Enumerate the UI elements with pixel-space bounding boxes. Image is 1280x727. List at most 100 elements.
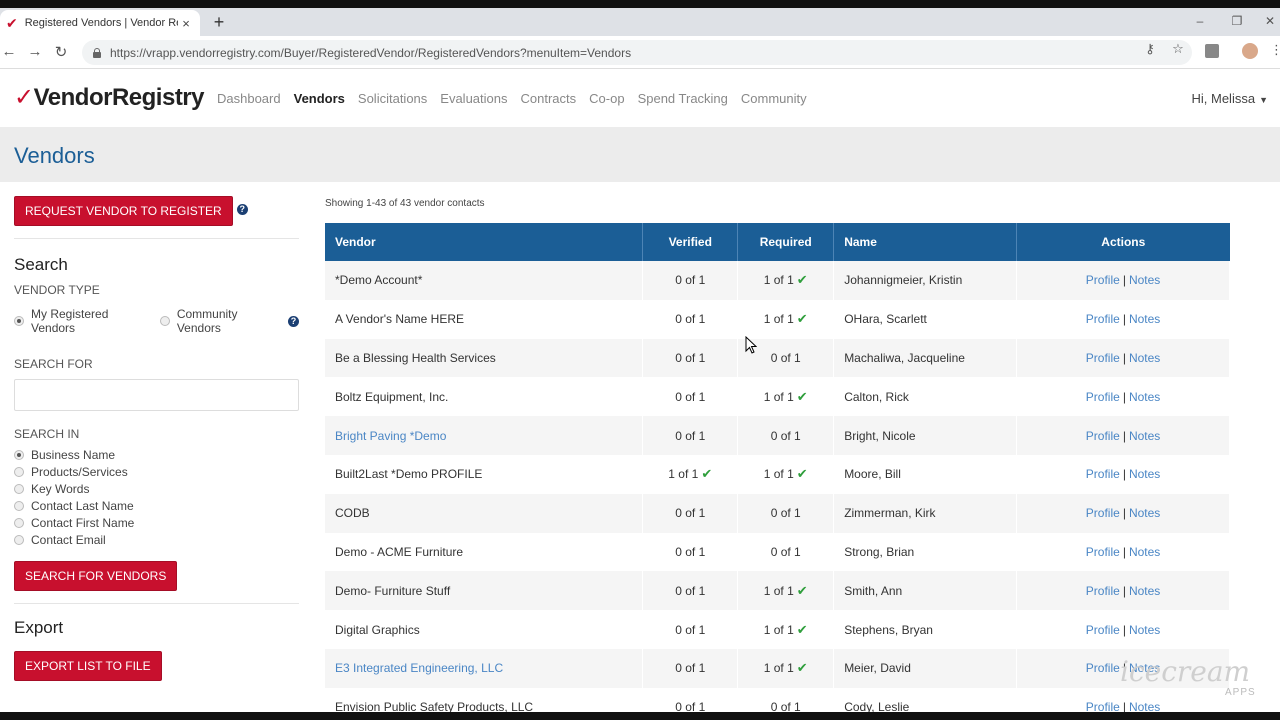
- extension-icon[interactable]: [1205, 44, 1219, 58]
- nav-community[interactable]: Community: [741, 91, 807, 106]
- contact-name-cell: Meier, David: [833, 648, 1018, 688]
- nav-solicitations[interactable]: Solicitations: [358, 91, 427, 106]
- profile-link[interactable]: Profile: [1086, 545, 1120, 559]
- radio-products-services[interactable]: [14, 467, 24, 477]
- vendor-cell[interactable]: E3 Integrated Engineering, LLC: [325, 648, 644, 688]
- divider: [14, 603, 299, 604]
- radio-contact-email[interactable]: [14, 535, 24, 545]
- nav-co-op[interactable]: Co-op: [589, 91, 624, 106]
- notes-link[interactable]: Notes: [1129, 390, 1160, 404]
- notes-link[interactable]: Notes: [1129, 467, 1160, 481]
- url-field[interactable]: https://vrapp.vendorregistry.com/Buyer/R…: [82, 40, 1192, 65]
- vendor-registry-logo[interactable]: ✓VendorRegistry: [14, 83, 205, 112]
- check-icon: ✔: [701, 466, 713, 482]
- table-row: Boltz Equipment, Inc. 0 of 1 1 of 1 ✔ Calton…: [325, 377, 1230, 417]
- header-actions: Actions: [1016, 223, 1230, 261]
- check-icon: ✔: [796, 388, 808, 404]
- radio-business-name[interactable]: [14, 450, 24, 460]
- radio-my-registered-vendors[interactable]: [14, 316, 24, 326]
- bookmark-star-icon[interactable]: ☆: [1170, 41, 1186, 57]
- search-in-option[interactable]: Contact Last Name: [14, 499, 299, 513]
- profile-avatar-icon[interactable]: [1242, 43, 1258, 59]
- notes-link[interactable]: Notes: [1129, 429, 1160, 443]
- nav-dashboard[interactable]: Dashboard: [217, 91, 281, 106]
- export-heading: Export: [14, 618, 64, 637]
- table-row: E3 Integrated Engineering, LLC 0 of 1 1 of…: [325, 648, 1230, 688]
- nav-contracts[interactable]: Contracts: [521, 91, 577, 106]
- notes-link[interactable]: Notes: [1129, 506, 1160, 520]
- tab-close-icon[interactable]: ×: [178, 16, 194, 31]
- profile-link[interactable]: Profile: [1086, 661, 1120, 675]
- required-value: 1 of 1: [763, 273, 794, 288]
- verified-cell: 0 of 1: [642, 377, 739, 417]
- help-icon[interactable]: ?: [236, 203, 248, 215]
- reload-icon[interactable]: ↻: [52, 43, 70, 61]
- required-value: 1 of 1: [763, 583, 794, 598]
- nav-vendors[interactable]: Vendors: [294, 91, 345, 106]
- export-list-button[interactable]: EXPORT LIST TO FILE: [14, 651, 162, 681]
- main-nav: Dashboard Vendors Solicitations Evaluati…: [217, 91, 820, 106]
- header-name[interactable]: Name: [833, 223, 1018, 261]
- header-vendor[interactable]: Vendor: [325, 223, 644, 261]
- actions-cell: Profile | Notes: [1016, 610, 1230, 649]
- radio-label: Contact Email: [31, 533, 106, 547]
- profile-link[interactable]: Profile: [1086, 584, 1120, 598]
- forward-icon[interactable]: →: [26, 43, 44, 60]
- key-icon[interactable]: ⚷: [1142, 41, 1158, 57]
- profile-link[interactable]: Profile: [1086, 273, 1120, 287]
- radio-contact-first-name[interactable]: [14, 518, 24, 528]
- profile-link[interactable]: Profile: [1086, 390, 1120, 404]
- request-vendor-button[interactable]: REQUEST VENDOR TO REGISTER: [14, 196, 233, 226]
- profile-link[interactable]: Profile: [1086, 506, 1120, 520]
- notes-link[interactable]: Notes: [1129, 545, 1160, 559]
- vendor-name: Demo - ACME Furniture: [335, 544, 464, 559]
- vendor-cell: *Demo Account*: [325, 261, 644, 300]
- radio-label: Community Vendors: [176, 307, 238, 335]
- search-input[interactable]: [14, 379, 299, 411]
- search-in-option[interactable]: Key Words: [14, 482, 299, 496]
- notes-link[interactable]: Notes: [1129, 351, 1160, 365]
- profile-link[interactable]: Profile: [1086, 623, 1120, 637]
- help-icon[interactable]: ?: [288, 315, 299, 327]
- search-in-option[interactable]: Contact First Name: [14, 516, 299, 530]
- radio-community-vendors[interactable]: [159, 316, 170, 326]
- vendor-name: Be a Blessing Health Services: [335, 350, 496, 365]
- user-menu[interactable]: Hi, Melissa ▼: [1192, 91, 1269, 106]
- browser-menu-icon[interactable]: ⋮: [1270, 42, 1280, 58]
- vendor-cell: Envision Public Safety Products, LLC: [325, 687, 644, 727]
- radio-key-words[interactable]: [14, 484, 24, 494]
- header-required[interactable]: Required: [737, 223, 835, 261]
- notes-link[interactable]: Notes: [1129, 584, 1160, 598]
- vendors-table: Vendor Verified Required Name Actions *D…: [325, 223, 1230, 727]
- close-window-icon[interactable]: ✕: [1262, 14, 1278, 28]
- table-row: Demo- Furniture Stuff 0 of 1 1 of 1 ✔ Smith,…: [325, 571, 1230, 611]
- vendor-name[interactable]: E3 Integrated Engineering, LLC: [335, 661, 503, 675]
- profile-link[interactable]: Profile: [1086, 312, 1120, 326]
- nav-evaluations[interactable]: Evaluations: [440, 91, 507, 106]
- maximize-icon[interactable]: ❐: [1229, 14, 1245, 28]
- search-in-option[interactable]: Business Name: [14, 448, 299, 462]
- vendor-name[interactable]: Bright Paving *Demo: [335, 429, 446, 443]
- radio-contact-last-name[interactable]: [14, 501, 24, 511]
- nav-spend-tracking[interactable]: Spend Tracking: [638, 91, 728, 106]
- vendor-cell[interactable]: Bright Paving *Demo: [325, 416, 644, 455]
- notes-link[interactable]: Notes: [1129, 273, 1160, 287]
- notes-link[interactable]: Notes: [1129, 312, 1160, 326]
- search-in-option[interactable]: Products/Services: [14, 465, 299, 479]
- browser-tab[interactable]: ✔ Registered Vendors | Vendor Regis ×: [0, 10, 200, 36]
- header-verified[interactable]: Verified: [642, 223, 739, 261]
- required-value: 1 of 1: [763, 467, 794, 482]
- minimize-icon[interactable]: –: [1192, 14, 1208, 28]
- verified-value: 0 of 1: [675, 273, 706, 288]
- search-for-vendors-button[interactable]: SEARCH FOR VENDORS: [14, 561, 178, 591]
- profile-link[interactable]: Profile: [1086, 429, 1120, 443]
- notes-link[interactable]: Notes: [1129, 623, 1160, 637]
- table-row: CODB 0 of 1 0 of 1 Zimmerman, Kirk Profile | N…: [325, 493, 1230, 533]
- back-icon[interactable]: ←: [0, 43, 18, 60]
- profile-link[interactable]: Profile: [1086, 351, 1120, 365]
- contact-name-cell: Smith, Ann: [833, 571, 1018, 611]
- profile-link[interactable]: Profile: [1086, 467, 1120, 481]
- actions-cell: Profile | Notes: [1016, 338, 1230, 378]
- new-tab-button[interactable]: +: [210, 12, 228, 33]
- search-in-option[interactable]: Contact Email: [14, 533, 299, 547]
